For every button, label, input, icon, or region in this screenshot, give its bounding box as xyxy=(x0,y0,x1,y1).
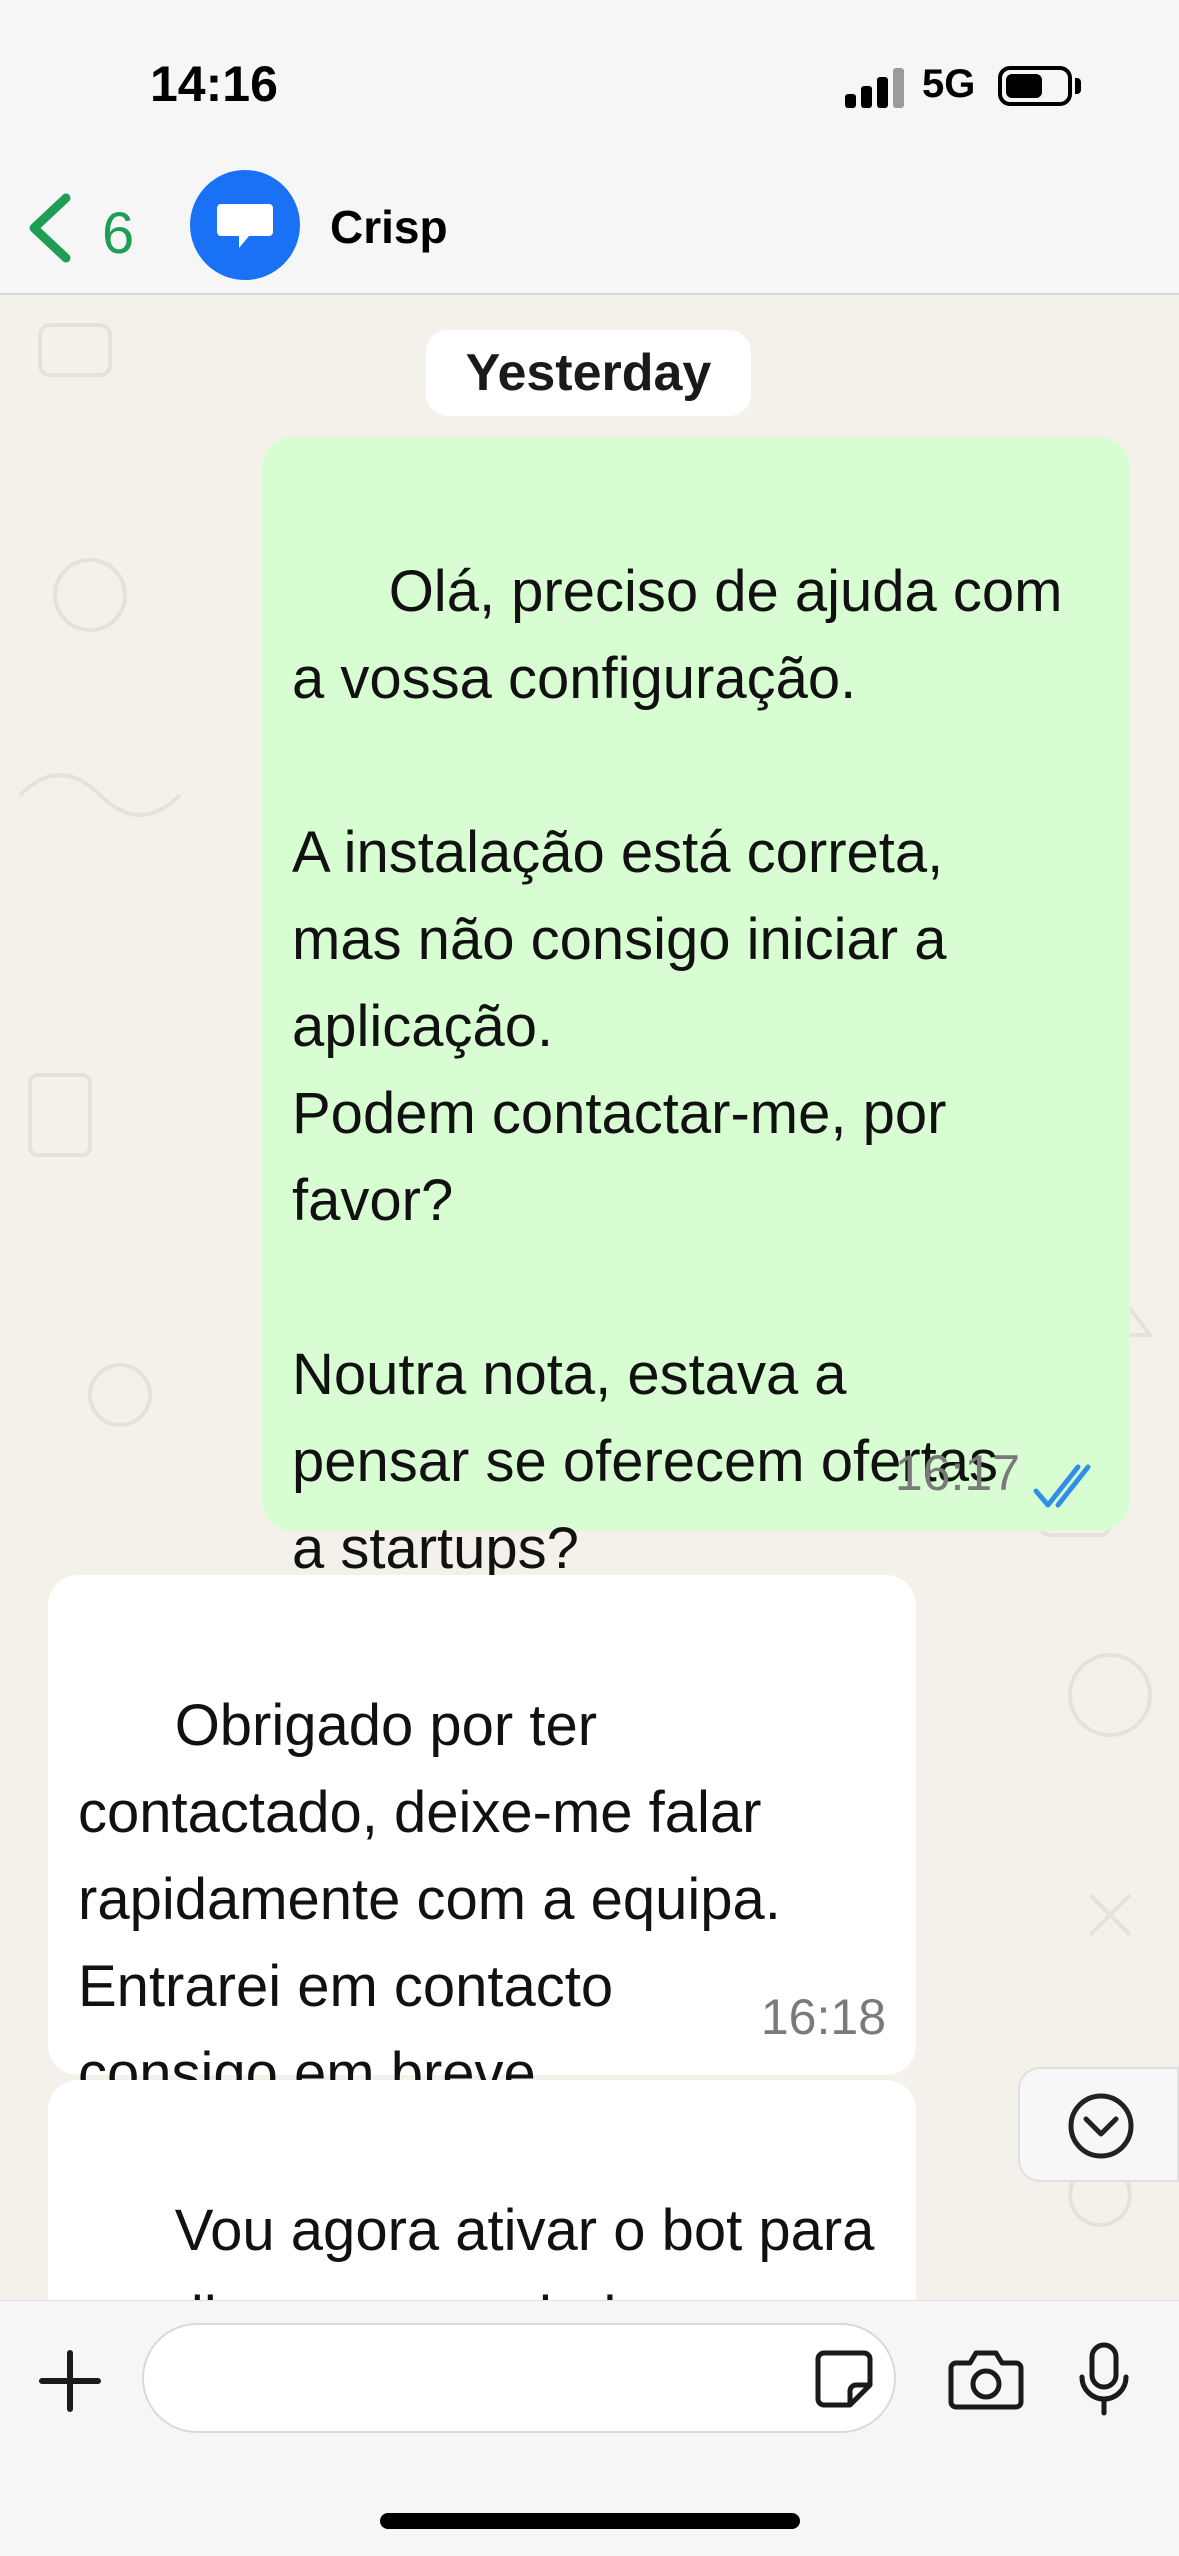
back-chevron-icon xyxy=(29,193,71,263)
message-text: Obrigado por ter contactado, deixe-me fa… xyxy=(78,1693,781,2106)
battery-icon xyxy=(998,66,1072,106)
plus-icon[interactable] xyxy=(38,2349,102,2413)
chat-bubble-icon xyxy=(217,204,273,248)
message-input[interactable] xyxy=(142,2323,896,2433)
battery-cap xyxy=(1075,78,1081,94)
avatar[interactable] xyxy=(190,170,300,280)
date-separator: Yesterday xyxy=(426,330,751,416)
microphone-icon[interactable] xyxy=(1076,2341,1132,2417)
scroll-to-bottom-button[interactable] xyxy=(1018,2067,1179,2182)
status-time: 14:16 xyxy=(150,56,278,112)
contact-name[interactable]: Crisp xyxy=(330,200,448,254)
message-time: 16:18 xyxy=(760,1989,886,2045)
incoming-message[interactable]: Vou agora ativar o bot para recolher os … xyxy=(48,2080,916,2300)
message-text: Vou agora ativar o bot para recolher os … xyxy=(78,2198,875,2300)
message-text: Olá, preciso de ajuda com a vossa config… xyxy=(292,559,1063,1581)
network-label: 5G xyxy=(922,62,976,106)
home-indicator xyxy=(380,2513,800,2529)
outgoing-message[interactable]: Olá, preciso de ajuda com a vossa config… xyxy=(262,437,1130,1581)
camera-icon[interactable] xyxy=(948,2347,1024,2411)
whatsapp-chat-screen: 14:16 5G 6 Crisp Yesterday Olá, preciso … xyxy=(0,0,1179,2556)
message-list[interactable]: Yesterday Olá, preciso de ajuda com a vo… xyxy=(0,295,1179,2300)
status-bar: 14:16 5G xyxy=(0,0,1179,160)
incoming-message[interactable]: Obrigado por ter contactado, deixe-me fa… xyxy=(48,1575,916,2106)
message-time: 16:17 xyxy=(894,1445,1020,1501)
sticker-icon[interactable] xyxy=(812,2347,876,2411)
double-check-icon xyxy=(1033,1464,1091,1508)
back-button[interactable]: 6 xyxy=(22,180,152,270)
composer-bar xyxy=(0,2300,1179,2556)
unread-count: 6 xyxy=(102,201,135,266)
chat-header: 6 Crisp xyxy=(0,160,1179,295)
chevron-down-icon xyxy=(1068,2093,1134,2159)
signal-icon xyxy=(845,68,905,108)
